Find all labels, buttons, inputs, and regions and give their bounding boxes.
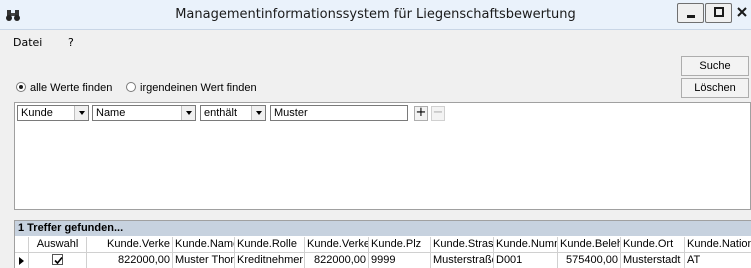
filter-panel: Kunde Name enthält Muster + − xyxy=(14,102,751,210)
table-cell[interactable]: 822000,00 xyxy=(305,253,369,268)
checkbox-checked[interactable] xyxy=(52,254,63,265)
field-select[interactable]: Name xyxy=(92,105,196,121)
close-icon xyxy=(737,7,747,17)
filter-value-text: Muster xyxy=(274,107,308,119)
operator-select[interactable]: enthält xyxy=(200,105,266,121)
menu-help[interactable]: ? xyxy=(68,36,74,49)
table-select-value: Kunde xyxy=(21,107,53,119)
filter-value-input[interactable]: Muster xyxy=(270,105,408,121)
table-cell[interactable]: 575400,00 xyxy=(558,253,621,268)
table-row[interactable]: 822000,00 Muster Thom Kreditnehmer 82200… xyxy=(15,253,751,268)
table-cell[interactable]: Musterstraße xyxy=(431,253,494,268)
menu-bar: Datei ? xyxy=(0,33,751,51)
field-select-value: Name xyxy=(96,107,126,119)
close-button[interactable] xyxy=(733,3,751,23)
maximize-icon xyxy=(713,7,724,17)
table-cell[interactable]: 822000,00 xyxy=(87,253,173,268)
column-header[interactable]: Kunde.Belehr xyxy=(558,237,621,253)
title-bar: Managementinformationssystem für Liegens… xyxy=(0,0,751,30)
clear-button[interactable]: Löschen xyxy=(681,78,749,98)
row-selector-icon[interactable] xyxy=(15,253,29,268)
checkmark-icon xyxy=(54,256,63,265)
table-cell[interactable]: AT xyxy=(685,253,751,268)
results-grid: 1 Treffer gefunden... Auswahl Kunde.Verk… xyxy=(14,220,751,268)
radio-checked-icon xyxy=(16,82,26,92)
radio-all-values-label: alle Werte finden xyxy=(30,82,113,94)
selection-cell[interactable] xyxy=(29,253,87,268)
search-button[interactable]: Suche xyxy=(681,56,749,76)
table-cell[interactable]: Muster Thom xyxy=(173,253,235,268)
column-header[interactable]: Kunde.Rolle xyxy=(235,237,305,253)
minimize-button[interactable] xyxy=(677,3,704,23)
add-condition-button[interactable]: + xyxy=(414,106,428,121)
column-header[interactable]: Kunde.Name xyxy=(173,237,235,253)
table-cell[interactable]: 9999 xyxy=(369,253,431,268)
column-header[interactable]: Kunde.Plz xyxy=(369,237,431,253)
table-cell[interactable]: Kreditnehmer xyxy=(235,253,305,268)
radio-any-value-label: irgendeinen Wert finden xyxy=(140,82,257,94)
column-header[interactable]: Kunde.Nation xyxy=(685,237,751,253)
chevron-down-icon xyxy=(181,106,195,120)
table-cell[interactable]: D001 xyxy=(494,253,558,268)
results-summary: 1 Treffer gefunden... xyxy=(15,221,751,236)
column-header[interactable]: Kunde.Numm xyxy=(494,237,558,253)
column-header[interactable]: Kunde.Verke xyxy=(87,237,173,253)
minimize-icon xyxy=(686,15,695,18)
chevron-down-icon xyxy=(74,106,88,120)
grid-header-row: Auswahl Kunde.Verke Kunde.Name Kunde.Rol… xyxy=(15,237,751,253)
table-cell[interactable]: Musterstadt xyxy=(621,253,685,268)
remove-condition-button[interactable]: − xyxy=(431,106,445,121)
window-title: Managementinformationssystem für Liegens… xyxy=(175,7,576,22)
radio-all-values[interactable]: alle Werte finden xyxy=(16,82,112,94)
radio-any-value[interactable]: irgendeinen Wert finden xyxy=(126,82,257,94)
column-header[interactable]: Kunde.Strass xyxy=(431,237,494,253)
column-header[interactable]: Kunde.Ort xyxy=(621,237,685,253)
table-select[interactable]: Kunde xyxy=(17,105,89,121)
menu-datei[interactable]: Datei xyxy=(13,36,42,49)
operator-select-value: enthält xyxy=(204,107,238,119)
radio-unchecked-icon xyxy=(126,82,136,92)
column-header[interactable]: Kunde.Verke xyxy=(305,237,369,253)
column-header[interactable]: Auswahl xyxy=(29,237,87,253)
row-header-corner xyxy=(15,237,29,253)
chevron-down-icon xyxy=(251,106,265,120)
maximize-button[interactable] xyxy=(705,3,732,23)
